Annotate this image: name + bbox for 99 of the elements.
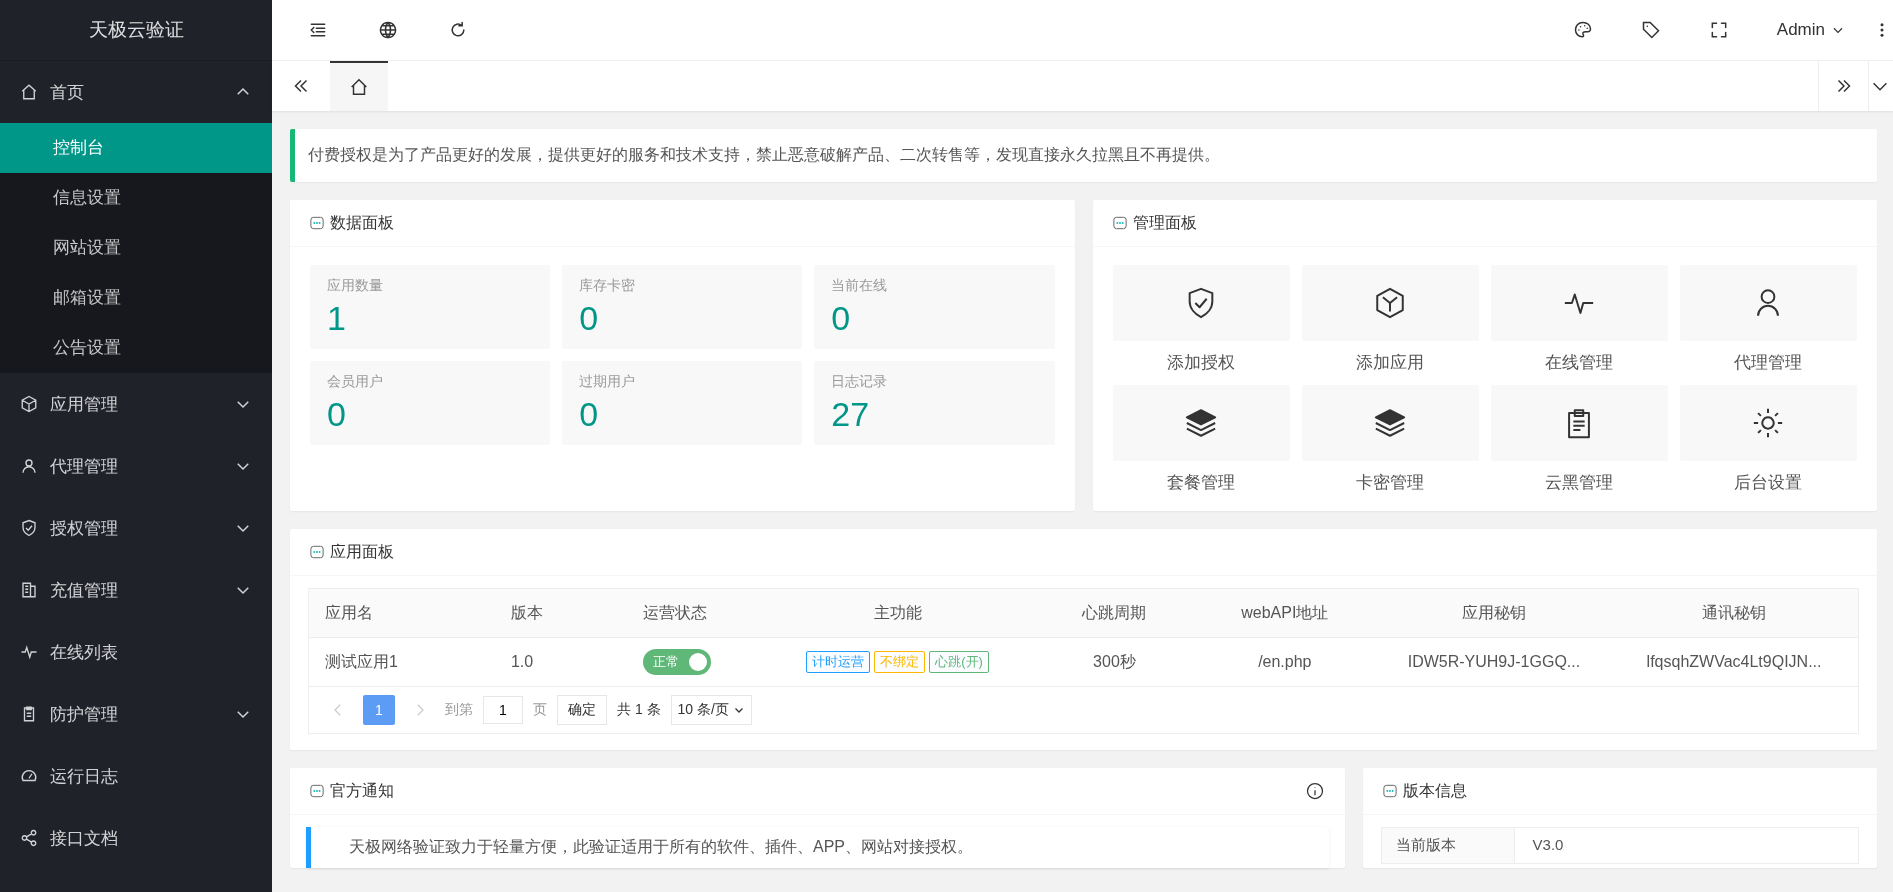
- shortcut-tile[interactable]: [1301, 385, 1479, 461]
- panel-icon: [310, 784, 324, 798]
- receipt-icon: [20, 581, 38, 599]
- shortcut-tile[interactable]: [1679, 265, 1857, 341]
- sidebar-item[interactable]: 应用管理: [0, 373, 272, 435]
- column-header: webAPI地址: [1191, 589, 1378, 638]
- column-header: 运营状态: [626, 589, 759, 638]
- panel-icon: [310, 545, 324, 559]
- panel-title: 应用面板: [330, 541, 394, 562]
- shortcut-tile[interactable]: [1679, 385, 1857, 461]
- stat-label: 库存卡密: [579, 277, 637, 295]
- panel-title: 数据面板: [330, 212, 394, 233]
- stat-value: 0: [327, 395, 347, 434]
- sidebar-subitem[interactable]: 网站设置: [0, 223, 272, 273]
- user-icon: [20, 457, 38, 475]
- table-cell: IDW5R-YUH9J-1GGQ...: [1377, 637, 1611, 687]
- stat-label: 过期用户: [579, 373, 637, 391]
- sidebar-subitem[interactable]: 公告设置: [0, 323, 272, 373]
- sidebar-subitem[interactable]: 信息设置: [0, 173, 272, 223]
- column-header: 心跳周期: [1037, 589, 1192, 638]
- shortcut-tile[interactable]: [1301, 265, 1479, 341]
- sidebar-item[interactable]: 在线列表: [0, 621, 272, 683]
- shortcut-label[interactable]: 添加应用: [1356, 341, 1425, 385]
- page-unit: 页: [533, 701, 547, 719]
- sidebar-subitem[interactable]: 邮箱设置: [0, 273, 272, 323]
- shortcut-label[interactable]: 添加授权: [1167, 341, 1236, 385]
- feature-tag: 计时运营: [806, 651, 871, 673]
- stat-label: 应用数量: [327, 277, 384, 295]
- stat-label: 当前在线: [831, 277, 889, 295]
- stat-value: 0: [831, 299, 852, 338]
- table-cell: 1.0: [494, 637, 627, 687]
- more-icon[interactable]: [1879, 21, 1885, 39]
- page-input[interactable]: 1: [483, 696, 523, 724]
- shortcut-label[interactable]: 云黑管理: [1545, 461, 1614, 505]
- confirm-button[interactable]: 确定: [557, 695, 607, 725]
- column-header: 应用名: [309, 589, 495, 638]
- tag-icon[interactable]: [1640, 20, 1661, 40]
- info-value: V3.0: [1531, 835, 1565, 855]
- menu-fold-icon[interactable]: [308, 20, 328, 40]
- page-size-select[interactable]: 10 条/页: [670, 695, 752, 725]
- column-header: 主功能: [758, 589, 1037, 638]
- shortcut-tile[interactable]: [1112, 265, 1290, 341]
- panel-title: 管理面板: [1132, 212, 1197, 233]
- table-cell: 300秒: [1037, 637, 1192, 687]
- sidebar-item[interactable]: 首页: [0, 61, 272, 123]
- shortcut-label[interactable]: 在线管理: [1545, 341, 1614, 385]
- total-count: 共 1 条: [617, 701, 661, 719]
- home-icon: [20, 83, 38, 101]
- share-icon: [20, 829, 38, 847]
- home-icon: [348, 76, 370, 98]
- cube-icon: [20, 395, 38, 413]
- sidebar-item[interactable]: 授权管理: [0, 497, 272, 559]
- sidebar-item[interactable]: 防护管理: [0, 683, 272, 745]
- stat-value: 0: [579, 299, 600, 338]
- tab-menu-button[interactable]: [1868, 61, 1893, 111]
- pulse-icon: [20, 643, 38, 661]
- scroll-right-button[interactable]: [1818, 61, 1868, 111]
- table-cell: 测试应用1: [309, 637, 495, 687]
- panel-title: 版本信息: [1402, 780, 1467, 801]
- sidebar-item[interactable]: 充值管理: [0, 559, 272, 621]
- user-menu[interactable]: Admin: [1776, 20, 1845, 40]
- info-icon[interactable]: [1304, 781, 1325, 801]
- table-cell: /en.php: [1191, 637, 1378, 687]
- shortcut-tile[interactable]: [1112, 385, 1290, 461]
- feature-tag: 心跳(开): [929, 651, 989, 673]
- shortcut-label[interactable]: 后台设置: [1734, 461, 1803, 505]
- panel-icon: [310, 216, 324, 230]
- panel-icon: [1112, 216, 1127, 230]
- shield-check-icon: [20, 519, 38, 537]
- shortcut-label[interactable]: 代理管理: [1734, 341, 1803, 385]
- stat-value: 1: [327, 299, 347, 338]
- column-header: 应用秘钥: [1377, 589, 1611, 638]
- sidebar-item[interactable]: 运行日志: [0, 745, 272, 807]
- notice-banner: 付费授权是为了产品更好的发展，提供更好的服务和技术支持，禁止恶意破解产品、二次转售等，发现直接永久拉黑且不再提供。: [290, 129, 1877, 182]
- palette-icon[interactable]: [1572, 20, 1593, 40]
- notice-message: 天极网络验证致力于轻量方便，此验证适用于所有的软件、插件、APP、网站对接授权。: [306, 827, 1329, 868]
- shortcut-tile[interactable]: [1490, 385, 1668, 461]
- panel-icon: [1382, 784, 1397, 798]
- home-tab[interactable]: [330, 61, 388, 111]
- shortcut-label[interactable]: 卡密管理: [1356, 461, 1425, 505]
- globe-icon[interactable]: [378, 20, 398, 40]
- table-cell: lfqsqhZWVac4Lt9QIJN...: [1610, 637, 1858, 687]
- stat-value: 0: [579, 395, 600, 434]
- column-header: 版本: [494, 589, 627, 638]
- sidebar-subitem[interactable]: 控制台: [0, 123, 272, 173]
- feature-tag: 不绑定: [874, 651, 926, 673]
- stat-value: 27: [831, 395, 871, 434]
- shortcut-label[interactable]: 套餐管理: [1167, 461, 1236, 505]
- stat-label: 日志记录: [831, 373, 889, 391]
- column-header: 通讯秘钥: [1610, 589, 1858, 638]
- layers-icon: [1373, 406, 1408, 440]
- sidebar-item[interactable]: 接口文档: [0, 807, 272, 869]
- info-label: 当前版本: [1381, 828, 1515, 863]
- stat-label: 会员用户: [327, 373, 384, 391]
- sidebar-item[interactable]: 代理管理: [0, 435, 272, 497]
- shortcut-tile[interactable]: [1490, 265, 1668, 341]
- panel-title: 官方通知: [330, 780, 394, 801]
- layers-icon: [1184, 406, 1219, 440]
- goto-label: 到第: [445, 701, 473, 719]
